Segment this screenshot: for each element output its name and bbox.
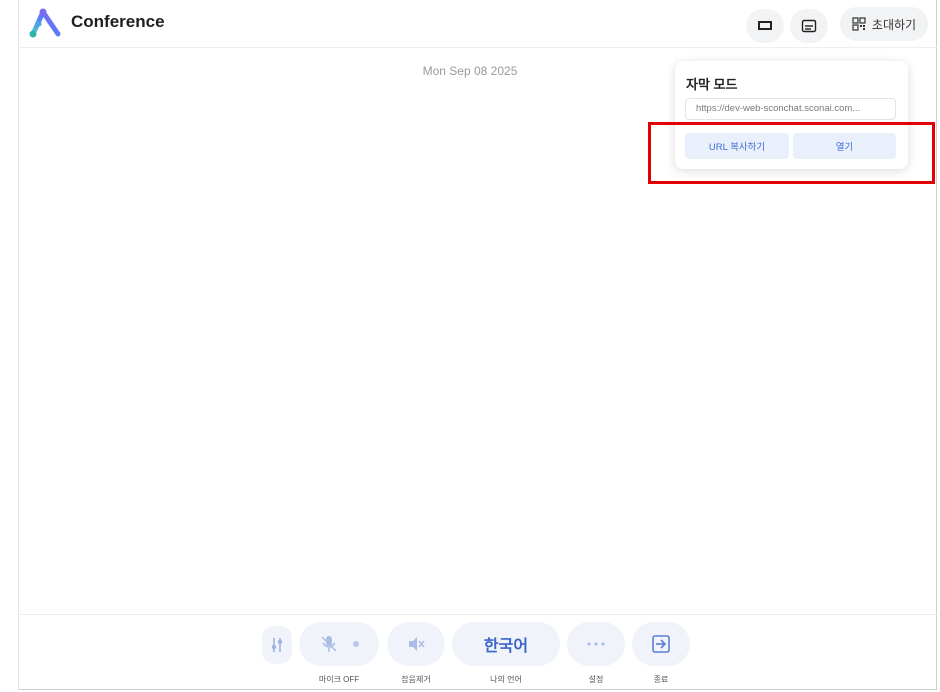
language-value: 한국어 [483, 638, 529, 655]
screen-share-button[interactable] [746, 9, 784, 43]
mic-toggle-button[interactable] [299, 622, 379, 666]
exit-icon [652, 635, 670, 653]
mic-off-icon [321, 636, 337, 652]
end-call-label: 종료 [653, 675, 669, 684]
subtitle-icon [801, 19, 817, 33]
subtitle-mode-button[interactable] [790, 9, 828, 43]
invite-label: 초대하기 [871, 17, 917, 32]
settings-button[interactable] [567, 622, 625, 666]
app-title: Conference [71, 12, 165, 31]
noise-cancel-label: 잡음제거 [401, 675, 431, 684]
highlight-box [648, 122, 935, 184]
invite-button[interactable]: 초대하기 [840, 7, 928, 41]
subtitle-url-field[interactable]: https://dev-web-sconchat.sconai.com... [685, 98, 896, 120]
mic-label: 마이크 OFF [318, 675, 360, 684]
equalizer-icon [271, 638, 283, 652]
speaker-mute-icon [409, 637, 425, 651]
popover-title: 자막 모드 [686, 77, 738, 92]
top-bar: Conference 초대하기 [18, 0, 937, 48]
more-dots-icon [587, 642, 605, 646]
conference-logo-icon [29, 8, 61, 38]
language-select-button[interactable]: 한국어 [452, 622, 560, 666]
end-call-button[interactable] [632, 622, 690, 666]
qr-code-icon [852, 17, 866, 31]
language-label: 나의 언어 [490, 675, 522, 684]
screen-icon [758, 21, 772, 30]
mic-status-dot [353, 641, 359, 647]
equalizer-button[interactable] [262, 626, 292, 664]
noise-cancel-button[interactable] [387, 622, 445, 666]
